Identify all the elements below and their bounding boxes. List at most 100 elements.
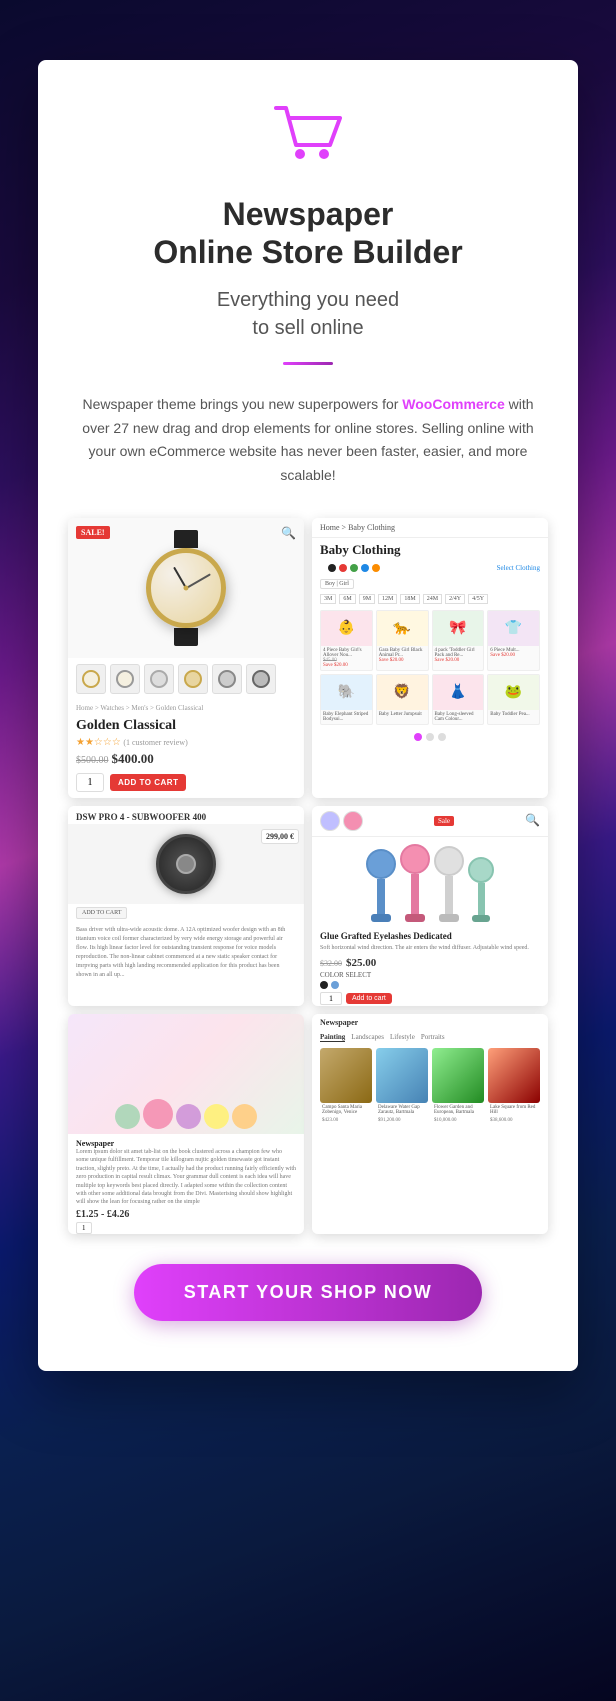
product-tags: Analog, men, Luxury, Unique	[68, 796, 304, 798]
baby-product-5[interactable]: 🐘 Baby Elephant Striped Bodysui...	[320, 674, 373, 725]
baby-clothing-screenshot: Home > Baby Clothing Baby Clothing Selec…	[312, 518, 548, 798]
fan-quantity[interactable]: 1	[320, 992, 342, 1005]
watch-display	[146, 530, 226, 646]
product-price: $500.00 $400.00	[68, 749, 304, 769]
art-cat-painting[interactable]: Painting	[320, 1033, 345, 1042]
color-dot-black[interactable]	[328, 564, 336, 572]
page-dot-3[interactable]	[438, 733, 446, 741]
center-dot	[184, 585, 189, 590]
sale-badge: SALE!	[76, 526, 110, 539]
fan-details: Glue Grafted Eyelashes Dedicated Soft ho…	[312, 927, 548, 1006]
subwoofer-image: 299,00 €	[68, 824, 304, 904]
macaron-peach	[232, 1104, 257, 1129]
fan-description: Soft horizontal wind direction. The air …	[320, 945, 540, 951]
fan-price-new: $25.00	[346, 957, 376, 969]
macaron-lavender	[176, 1104, 201, 1129]
color-filter	[320, 562, 388, 574]
macaron-qty[interactable]: 1	[76, 1222, 92, 1234]
category-title: Baby Clothing	[312, 538, 548, 560]
fan-add-row: 1 Add to cart	[320, 992, 540, 1005]
baby-product-7[interactable]: 👗 Baby Long-sleeved Cam Colour...	[432, 674, 485, 725]
fan-blue	[366, 849, 396, 922]
watch-thumb-4[interactable]	[178, 664, 208, 694]
fan-color-blue-opt[interactable]	[331, 981, 339, 989]
size-2[interactable]: 6M	[339, 594, 355, 604]
fan-color-1[interactable]	[320, 811, 340, 831]
quantity-input[interactable]: 1	[76, 773, 104, 792]
baby-product-3[interactable]: 🎀 4 pack 'Toddler Girl Pack and Re... Sa…	[432, 610, 485, 671]
art-caption-4: Lake Square from Red Hill	[488, 1103, 540, 1117]
art-cat-lifestyle[interactable]: Lifestyle	[390, 1033, 415, 1042]
color-dot-green[interactable]	[350, 564, 358, 572]
main-title: Newspaper Online Store Builder	[68, 195, 548, 272]
start-shop-button[interactable]: START YOUR SHOP NOW	[134, 1264, 483, 1321]
baby-product-8[interactable]: 🐸 Baby Toddler Pea...	[487, 674, 540, 725]
size-6[interactable]: 24M	[423, 594, 442, 604]
watch-strap-top	[174, 530, 198, 548]
baby-product-6[interactable]: 🦁 Baby Letter Jumpsuit	[376, 674, 429, 725]
gender-filter[interactable]: Boy | Girl	[320, 579, 354, 589]
watch-thumb-5[interactable]	[212, 664, 242, 694]
fan-head-blue	[366, 849, 396, 879]
watch-thumb-1[interactable]	[76, 664, 106, 694]
woocommerce-link[interactable]: WooCommerce	[402, 396, 504, 412]
art-cat-portraits[interactable]: Portraits	[421, 1033, 445, 1042]
art-cat-landscapes[interactable]: Landscapes	[351, 1033, 384, 1042]
baby-product-1[interactable]: 👶 4 Piece Baby Girl's Allover Nou... $45…	[320, 610, 373, 671]
page-dot-1[interactable]	[414, 733, 422, 741]
baby-product-2[interactable]: 🐆 Gara Baby Girl Black Animal Pr... Save…	[376, 610, 429, 671]
size-1[interactable]: 3M	[320, 594, 336, 604]
speaker-graphic	[156, 834, 216, 894]
art-screenshot: Newspaper Painting Landscapes Lifestyle …	[312, 1014, 548, 1234]
fan-add-to-cart[interactable]: Add to cart	[346, 993, 392, 1004]
watch-thumb-6[interactable]	[246, 664, 276, 694]
art-item-4[interactable]: Lake Square from Red Hill $38,600.00	[488, 1048, 540, 1128]
fan-base-mint	[472, 915, 490, 922]
color-dot-blue[interactable]	[361, 564, 369, 572]
fan-base-pink	[405, 914, 425, 922]
watch-product-name: Golden Classical	[68, 716, 304, 736]
fan-sale-badge: Sale	[434, 816, 454, 826]
shop-nav: Home > Baby Clothing	[312, 518, 548, 538]
color-dot-red[interactable]	[339, 564, 347, 572]
add-to-cart-mini[interactable]: ADD TO CART	[76, 907, 127, 919]
size-3[interactable]: 9M	[359, 594, 375, 604]
watch-screenshot: SALE! 🔍	[68, 518, 304, 798]
size-8[interactable]: 4/5Y	[468, 594, 488, 604]
main-card: Newspaper Online Store Builder Everythin…	[38, 60, 578, 1371]
macaron-description: Lorem ipsum dolor sit amet tab-list on t…	[76, 1148, 296, 1207]
art-section-header: Newspaper	[312, 1014, 548, 1031]
baby-product-4[interactable]: 👕 6 Piece Mult... Save $20.00	[487, 610, 540, 671]
hero-description: Newspaper theme brings you new superpowe…	[68, 393, 548, 488]
watch-thumbnails	[68, 658, 304, 700]
fan-color-2[interactable]	[343, 811, 363, 831]
add-to-cart-button[interactable]: ADD TO CART	[110, 774, 186, 791]
art-caption-3: Flower Garden and European, Bartmala	[432, 1103, 484, 1117]
fan-stem-pink	[411, 874, 419, 914]
watch-strap-bottom	[174, 628, 198, 646]
select-clothing[interactable]: Select Clothing	[497, 564, 540, 572]
art-item-3[interactable]: Flower Garden and European, Bartmala $10…	[432, 1048, 484, 1128]
size-4[interactable]: 12M	[378, 594, 397, 604]
watch-thumb-3[interactable]	[144, 664, 174, 694]
art-price-2: $91,200.00	[376, 1117, 428, 1124]
art-item-1[interactable]: Campo Santa Maria Zobenigo, Venice $423.…	[320, 1048, 372, 1128]
size-5[interactable]: 18M	[400, 594, 419, 604]
fan-stem-blue	[377, 879, 385, 914]
size-7[interactable]: 2/4Y	[445, 594, 465, 604]
fan-head-mint	[468, 857, 494, 883]
cta-section: START YOUR SHOP NOW	[68, 1264, 548, 1321]
macarons-image	[68, 1014, 304, 1134]
art-gallery: Campo Santa Maria Zobenigo, Venice $423.…	[312, 1044, 548, 1132]
color-dot-orange[interactable]	[372, 564, 380, 572]
macarons-screenshot: Newspaper Lorem ipsum dolor sit amet tab…	[68, 1014, 304, 1234]
art-item-2[interactable]: Delaware Water Gap Zarautz, Bartmala $91…	[376, 1048, 428, 1128]
watch-thumb-2[interactable]	[110, 664, 140, 694]
page-dot-2[interactable]	[426, 733, 434, 741]
baby-product-grid: 👶 4 Piece Baby Girl's Allover Nou... $45…	[312, 606, 548, 729]
art-caption-1: Campo Santa Maria Zobenigo, Venice	[320, 1103, 372, 1117]
qty-add-row: 1 ADD TO CART	[68, 769, 304, 796]
fan-color-black[interactable]	[320, 981, 328, 989]
product-breadcrumb: Home > Watches > Men's > Golden Classica…	[68, 700, 304, 716]
fans-display	[312, 837, 548, 927]
